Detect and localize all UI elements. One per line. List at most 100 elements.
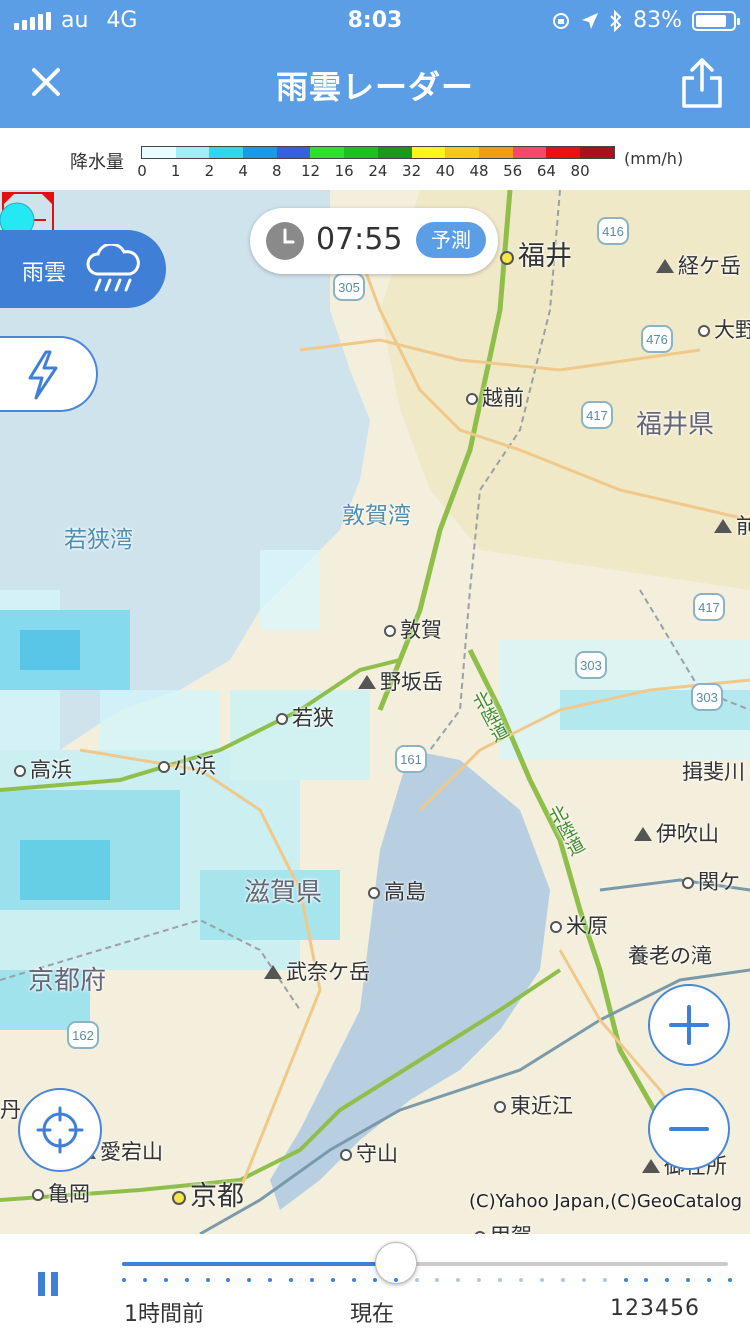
place-kyogatake: 経ケ岳 [656, 250, 741, 280]
timeline-tick [665, 1278, 670, 1282]
route-shield: 303 [580, 658, 602, 673]
timeline-tick [205, 1278, 210, 1282]
legend-tick: 2 [204, 162, 215, 180]
timeline-tick [226, 1278, 231, 1282]
legend-tick: 1 [170, 162, 181, 180]
route-shield: 161 [400, 752, 422, 767]
legend-swatch [411, 147, 446, 158]
timeline-tick [310, 1278, 315, 1282]
timeline-tick [414, 1278, 419, 1282]
legend-tick: 48 [469, 162, 489, 180]
place-moriyama: 守山 [340, 1138, 398, 1168]
status-bar: au 4G 8:03 83% [0, 0, 750, 40]
legend-swatch [276, 147, 311, 158]
timeline-tick [372, 1278, 377, 1282]
route-shield: 417 [698, 600, 720, 615]
pref-shiga: 滋賀県 [244, 878, 323, 908]
crosshair-icon [36, 1106, 84, 1154]
legend-swatch [243, 147, 277, 158]
timeline-start-label: 1時間前 [124, 1302, 204, 1327]
timeline-tick [393, 1278, 398, 1282]
place-kameoka: 亀岡 [32, 1178, 90, 1208]
place-obama: 小浜 [158, 750, 216, 780]
legend-swatch [142, 147, 176, 158]
sea-wakasa-bay: 若狭湾 [64, 527, 133, 553]
timeline-tick [122, 1278, 126, 1282]
tab-raincloud-label: 雨雲 [22, 261, 67, 286]
place-koka: 甲賀 [474, 1220, 532, 1234]
lightning-icon [28, 350, 58, 400]
timeline-tick [330, 1278, 335, 1282]
legend-tick: 32 [402, 162, 422, 180]
app-header: au 4G 8:03 83% 雨雲レーダー [0, 0, 750, 128]
route-shield: 417 [586, 408, 608, 423]
forecast-badge: 予測 [416, 222, 486, 258]
timeline-slider[interactable] [122, 1242, 728, 1284]
legend-tick: 12 [300, 162, 321, 180]
river-ibigawa: 揖斐川 [682, 760, 745, 784]
tab-raincloud[interactable]: 雨雲 [0, 230, 166, 308]
place-nosakadake: 野坂岳 [358, 666, 443, 696]
timeline-tick [184, 1278, 189, 1282]
timeline-tick [623, 1278, 628, 1282]
timeline-ticks [122, 1278, 732, 1284]
pref-fukui: 福井県 [636, 410, 715, 440]
legend-swatch [478, 147, 513, 158]
timeline-tick [686, 1278, 691, 1282]
zoom-out-button[interactable] [648, 1088, 730, 1170]
map-background: 416 305 476 417 417 303 303 161 162 [0, 190, 750, 1234]
legend-tick: 80 [570, 162, 590, 180]
legend-tick: 0 [137, 162, 147, 180]
place-edge-mtn: 前 [714, 510, 750, 540]
place-bunagatake: 武奈ケ岳 [264, 956, 370, 986]
legend-tick: 40 [435, 162, 455, 180]
place-higashiomi: 東近江 [494, 1090, 573, 1120]
legend-tick: 56 [503, 162, 523, 180]
timeline-tick [142, 1278, 147, 1282]
timeline-now-label: 現在 [350, 1302, 395, 1327]
timeline-tick [539, 1278, 544, 1282]
route-shield: 303 [696, 690, 718, 705]
plus-icon [669, 1005, 709, 1045]
legend-tick: 24 [368, 162, 388, 180]
place-tsuruga: 敦賀 [384, 614, 442, 644]
pause-button[interactable] [36, 1272, 60, 1298]
timeline-tick [289, 1278, 294, 1282]
route-shield: 416 [602, 224, 624, 239]
route-shield: 476 [646, 332, 668, 347]
timeline-tick [602, 1278, 607, 1282]
zoom-in-button[interactable] [648, 984, 730, 1066]
radar-map[interactable]: 416 305 476 417 417 303 303 161 162 福井 経… [0, 190, 750, 1234]
timeline-tick [560, 1278, 565, 1282]
place-sekigahara: 関ケ [682, 866, 740, 896]
timeline-tick [247, 1278, 252, 1282]
place-wakasa: 若狭 [276, 702, 334, 732]
legend-swatch [209, 147, 244, 158]
timeline-tick [728, 1278, 732, 1282]
bluetooth-icon [610, 9, 622, 32]
place-tan: 丹 [0, 1098, 21, 1122]
timeline-tick [268, 1278, 273, 1282]
forecast-time-badge: 07:55 予測 [250, 208, 498, 274]
legend-unit: (mm/h) [624, 149, 684, 168]
place-kyoto: 京都 [172, 1174, 244, 1213]
timeline-tick [519, 1278, 524, 1282]
pref-kyoto: 京都府 [28, 966, 107, 996]
timeline-tick [581, 1278, 586, 1282]
route-shield: 305 [338, 280, 360, 295]
legend-swatch [310, 147, 345, 158]
legend-swatch [579, 147, 614, 158]
timeline-tick [498, 1278, 503, 1282]
timeline-tick [435, 1278, 440, 1282]
legend-swatch [377, 147, 412, 158]
place-takahama: 高浜 [14, 754, 72, 784]
legend-label: 降水量 [70, 152, 124, 173]
place-yoronotaki: 養老の滝 [628, 944, 712, 968]
legend-swatch [546, 147, 580, 158]
map-copyright: (C)Yahoo Japan,(C)GeoCatalog [468, 1191, 742, 1212]
legend-swatch [344, 147, 378, 158]
share-icon[interactable] [676, 56, 728, 110]
tab-lightning[interactable] [0, 336, 98, 412]
legend-swatch [512, 147, 547, 158]
locate-button[interactable] [18, 1088, 102, 1172]
